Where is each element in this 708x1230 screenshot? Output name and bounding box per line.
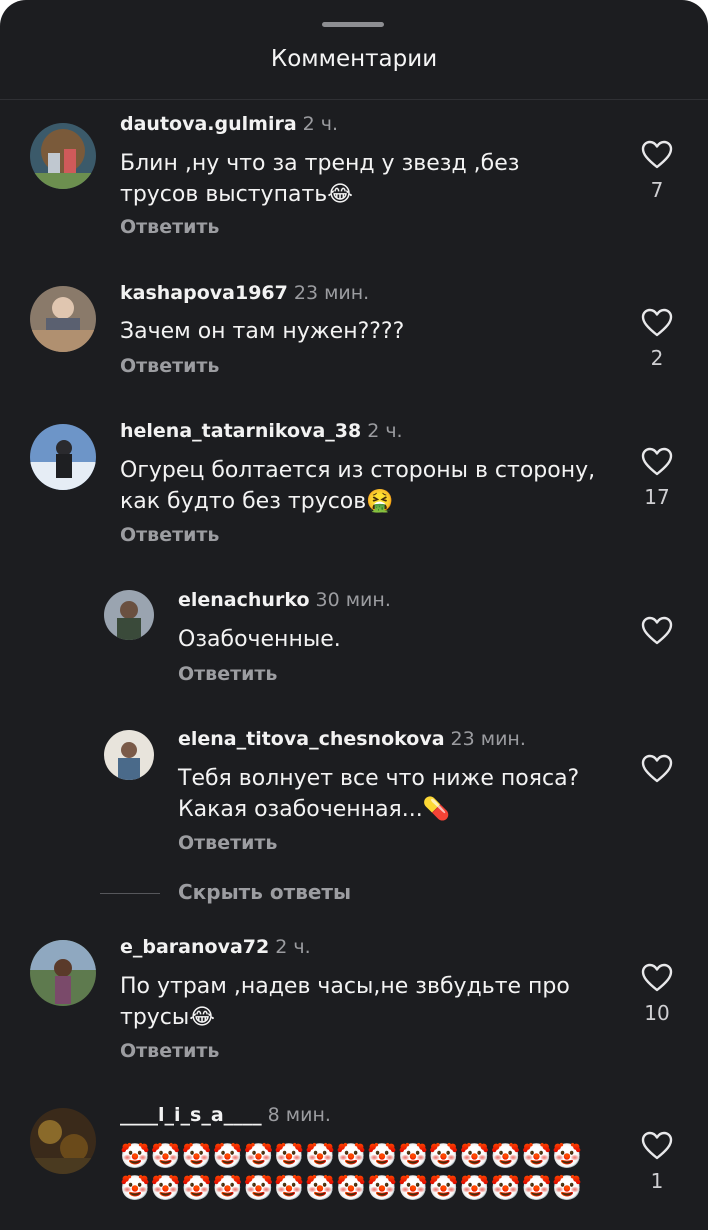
like-button[interactable] [638,616,676,646]
comment-text: Тебя волнует все что ниже пояса? Какая о… [178,766,580,822]
avatar[interactable] [30,424,96,490]
avatar[interactable] [30,1108,96,1174]
comment-username[interactable]: elena_titova_chesnokova 23 мин. [178,728,526,750]
avatar[interactable] [104,730,154,780]
hide-replies-line [100,893,160,894]
reply-button[interactable]: Ответить [120,216,219,238]
like-count: 1 [650,1169,664,1193]
hide-replies-button[interactable]: Скрыть ответы [178,880,351,904]
comment-text: Зачем он там нужен???? [120,319,405,344]
heart-outline-icon [641,616,673,645]
like-count: 10 [644,1001,670,1025]
header-divider [0,99,708,100]
comment-username[interactable]: kashapova1967 23 мин. [120,282,369,304]
comment-text: Озабоченные. [178,627,341,652]
comment-time: 2 ч. [275,936,311,958]
like-button[interactable] [638,754,676,784]
heart-outline-icon [641,308,673,337]
comments-sheet: Комментарии dautova.gulmira 2 ч. Блин ,ну… [0,0,708,1230]
like-button[interactable]: 17 [638,447,676,509]
comment-time: 2 ч. [302,113,339,135]
heart-outline-icon [641,963,673,992]
comment-time: 30 мин. [315,589,391,611]
reply-button[interactable]: Ответить [120,1040,219,1062]
heart-outline-icon [641,447,673,476]
comment-username[interactable]: ____l_i_s_a____ 8 мин. [120,1104,331,1126]
heart-outline-icon [641,754,673,783]
like-button[interactable]: 10 [638,963,676,1025]
comment-text: Блин ,ну что за тренд у звезд ,без трусо… [120,151,520,207]
like-button[interactable]: 1 [638,1131,676,1193]
heart-outline-icon [641,140,673,169]
comment-username[interactable]: dautova.gulmira 2 ч. [120,113,338,135]
heart-outline-icon [641,1131,673,1160]
like-button[interactable]: 2 [638,308,676,370]
comment-username[interactable]: elenachurko 30 мин. [178,589,391,611]
like-button[interactable]: 7 [638,140,676,202]
comment-time: 2 ч. [367,420,403,442]
comment-text: По утрам ,надев часы,не звбудьте про тру… [120,974,570,1030]
reply-button[interactable]: Ответить [178,832,277,854]
avatar[interactable] [104,590,154,640]
drag-handle[interactable] [322,22,384,27]
comment-time: 23 мин. [293,282,370,304]
like-count: 2 [650,346,664,370]
comment-text: 🤡🤡🤡🤡🤡🤡🤡🤡🤡🤡🤡🤡🤡🤡🤡🤡🤡🤡🤡🤡🤡🤡🤡🤡🤡🤡🤡🤡🤡🤡 [120,1142,584,1202]
avatar[interactable] [30,286,96,352]
avatar[interactable] [30,123,96,189]
reply-button[interactable]: Ответить [178,663,277,685]
comment-time: 8 мин. [267,1104,331,1126]
sheet-title: Комментарии [270,46,438,72]
reply-button[interactable]: Ответить [120,524,219,546]
comment-time: 23 мин. [450,728,526,750]
comment-text: Огурец болтается из стороны в сторону, к… [120,458,596,514]
avatar[interactable] [30,940,96,1006]
like-count: 17 [644,485,670,509]
comment-username[interactable]: e_baranova72 2 ч. [120,936,311,958]
comment-username[interactable]: helena_tatarnikova_38 2 ч. [120,420,403,442]
reply-button[interactable]: Ответить [120,355,219,377]
like-count: 7 [650,178,664,202]
